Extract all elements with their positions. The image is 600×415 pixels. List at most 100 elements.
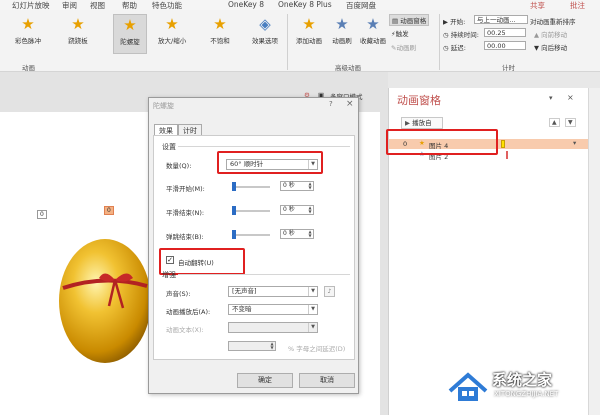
after-animation-select[interactable]: 不变暗 ▼ — [228, 304, 318, 315]
duration-input[interactable]: 00.25 — [484, 28, 526, 37]
trigger-button[interactable]: ⚡触发 — [391, 28, 409, 38]
effect-label: 不饱和 — [210, 37, 230, 45]
chevron-down-icon[interactable]: ▼ — [308, 287, 317, 296]
add-animation-icon: ★ — [302, 15, 316, 33]
section-enhance: 增强 — [162, 271, 176, 279]
star-icon: ★ — [213, 15, 227, 33]
clock-icon: ◷ — [443, 44, 449, 52]
close-icon[interactable]: × — [346, 99, 354, 109]
painter-icon: ★ — [335, 15, 349, 33]
slider-thumb[interactable] — [232, 182, 236, 191]
delay-input[interactable]: 00.00 — [484, 41, 526, 50]
move-later-label: 向后移动 — [541, 44, 568, 52]
spin-arrows-icon[interactable]: ▲ ▼ — [307, 230, 313, 238]
pane-icon: ▤ — [392, 17, 399, 25]
sound-select[interactable]: [无声音] ▼ — [228, 286, 318, 297]
effect-label: 跷跷板 — [68, 37, 88, 45]
smooth-end-value: 0 秒 — [283, 206, 295, 213]
tab-timing[interactable]: 计时 — [178, 124, 202, 135]
letter-delay-label: % 字母之间延迟(D) — [288, 345, 346, 353]
effect-options-icon: ◈ — [259, 15, 271, 33]
spin-arrows-icon[interactable]: ▲ ▼ — [307, 182, 313, 190]
watermark-url: XITONGZHIJIA.NET — [494, 390, 559, 398]
effect-spin[interactable]: ★ 陀螺旋 — [113, 14, 147, 54]
speaker-icon[interactable]: ♪ — [324, 286, 335, 297]
effect-options-button[interactable]: ◈ 效果选项 — [248, 14, 282, 54]
effect-grow-shrink[interactable]: ★ 放大/缩小 — [158, 14, 186, 54]
bounce-end-slider[interactable] — [232, 234, 270, 236]
highlight-box — [217, 151, 323, 174]
smooth-start-label: 平滑开始(M): — [166, 185, 205, 193]
effect-desaturate[interactable]: ★ 不饱和 — [206, 14, 234, 54]
start-select[interactable]: 与上一动画... — [474, 15, 528, 24]
slider-thumb[interactable] — [232, 230, 236, 239]
chevron-down-icon: ▼ — [308, 323, 317, 332]
effect-label: 放大/缩小 — [158, 37, 187, 45]
move-down-icon[interactable]: ▼ — [565, 118, 576, 127]
smooth-start-input[interactable]: 0 秒 ▲ ▼ — [280, 181, 314, 191]
timeline-bar[interactable] — [506, 151, 508, 159]
add-animation-button[interactable]: ★ 添加动画 — [292, 14, 326, 54]
animation-tag-selected: 0 — [104, 206, 114, 215]
trigger-label: 触发 — [395, 30, 409, 38]
painter-small-label: 动画刷 — [396, 44, 416, 52]
star-icon: ★ — [71, 15, 85, 33]
cancel-button[interactable]: 取消 — [299, 373, 355, 388]
effect-teeter[interactable]: ★ 跷跷板 — [64, 14, 92, 54]
smooth-start-slider[interactable] — [232, 186, 270, 188]
chevron-down-icon[interactable]: ▾ — [573, 139, 576, 147]
effect-color-pulse[interactable]: ★ 彩色脉冲 — [14, 14, 42, 54]
smooth-end-slider[interactable] — [232, 210, 270, 212]
group-label-timing: 计时 — [502, 64, 515, 72]
delay-label-text: 延迟: — [450, 44, 466, 52]
watermark-logo — [448, 372, 488, 401]
close-icon[interactable]: × — [567, 93, 574, 102]
favorite-label: 收藏动画 — [360, 37, 386, 45]
timeline-bar[interactable] — [501, 140, 505, 148]
ok-button[interactable]: 确定 — [237, 373, 293, 388]
animation-pane-toggle[interactable]: ▤ 动画窗格 — [389, 14, 430, 26]
smooth-end-input[interactable]: 0 秒 ▲ ▼ — [280, 205, 314, 215]
animate-text-select: ▼ — [228, 322, 318, 333]
star-icon: ★ — [165, 15, 179, 33]
sound-value: [无声音] — [232, 287, 257, 295]
move-up-icon[interactable]: ▲ — [549, 118, 560, 127]
play-icon: ▶ — [443, 18, 448, 26]
animation-painter-button[interactable]: ★ 动画刷 — [327, 14, 357, 54]
letter-delay-input: ▲ ▼ — [228, 341, 276, 351]
arrow-up-icon: ▲ — [534, 31, 539, 39]
reorder-title: 对动画重新排序 — [530, 18, 576, 26]
divider — [178, 146, 350, 147]
spin-arrows-icon[interactable]: ▲ ▼ — [307, 206, 313, 214]
watermark: 系统之家 XITONGZHIJIA.NET — [448, 365, 598, 409]
bounce-end-value: 0 秒 — [283, 230, 295, 237]
golden-egg-image[interactable] — [55, 216, 155, 376]
smooth-end-label: 平滑结束(N): — [166, 209, 205, 217]
start-label-text: 开始: — [450, 18, 466, 26]
painter-small-button[interactable]: ✎动画刷 — [391, 42, 416, 52]
chevron-down-icon[interactable]: ▼ — [308, 305, 317, 314]
chevron-down-icon[interactable]: ▾ — [549, 94, 553, 102]
menu-onekey8plus[interactable]: OneKey 8 Plus — [278, 0, 332, 9]
after-animation-value: 不变暗 — [232, 305, 252, 313]
group-label-advanced: 高级动画 — [335, 64, 361, 72]
ribbon: ★ 彩色脉冲 ★ 跷跷板 ★ 陀螺旋 ★ 放大/缩小 ★ 不饱和 ◈ 效果选项 … — [0, 10, 600, 72]
slider-thumb[interactable] — [232, 206, 236, 215]
play-from-button[interactable]: ▶ 播放自 — [401, 117, 443, 129]
tab-effect[interactable]: 效果 — [154, 124, 178, 135]
play-from-label: 播放自 — [412, 119, 432, 127]
amount-label: 数量(Q): — [166, 162, 192, 170]
menu-bar: 幻灯片放映 审阅 视图 帮助 特色功能 OneKey 8 OneKey 8 Pl… — [0, 0, 600, 10]
effect-label: 彩色脉冲 — [15, 37, 41, 45]
watermark-text: 系统之家 — [492, 371, 553, 389]
bounce-end-input[interactable]: 0 秒 ▲ ▼ — [280, 229, 314, 239]
dialog-body: 设置 数量(Q): 60° 顺时针 ▼ 平滑开始(M): 0 秒 ▲ ▼ 平滑结束(… — [153, 135, 355, 360]
favorite-animation-button[interactable]: ★ 收藏动画 — [358, 14, 388, 54]
menu-onekey8[interactable]: OneKey 8 — [228, 0, 264, 9]
help-icon[interactable]: ? — [329, 100, 333, 108]
move-earlier-button[interactable]: ▲ 向前移动 — [534, 29, 567, 39]
painter-label: 动画刷 — [332, 37, 352, 45]
move-later-button[interactable]: ▼ 向后移动 — [534, 42, 567, 52]
group-label-animation: 动画 — [22, 64, 35, 72]
duration-label-text: 持续时间: — [450, 31, 479, 39]
